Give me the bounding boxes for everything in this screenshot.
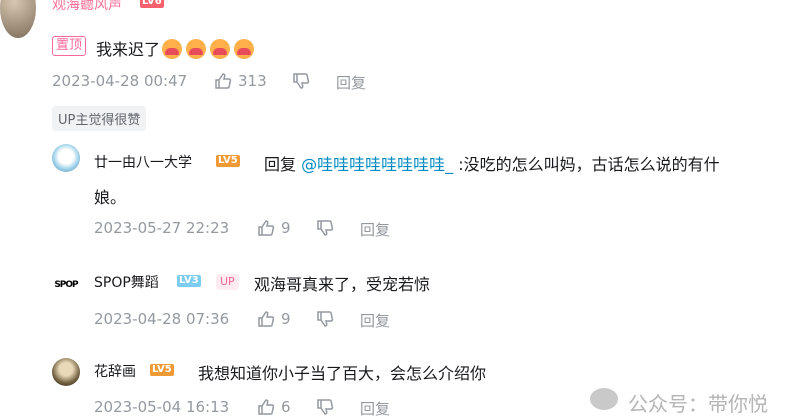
reply-text-line1: :没吃的怎么叫妈，古话怎么说的有什	[458, 155, 720, 174]
avatar[interactable]	[0, 0, 36, 38]
comment-date: 2023-04-28 00:47	[52, 72, 188, 90]
thumbs-down-icon	[317, 220, 334, 236]
reply-text: 回复 @哇哇哇哇哇哇哇哇_ :没吃的怎么叫妈，古话怎么说的有什	[264, 151, 720, 175]
username[interactable]: 廿一由八一大学	[94, 152, 192, 172]
like-count: 9	[281, 219, 291, 237]
comment-date: 2023-05-04 16:13	[94, 398, 230, 416]
spop-logo: SPOP	[54, 280, 78, 290]
reply-button[interactable]: 回复	[360, 398, 390, 419]
thumbs-down-icon	[293, 73, 310, 89]
like-count: 9	[281, 310, 291, 328]
dislike-button[interactable]	[292, 72, 310, 90]
reply-prefix: 回复	[264, 155, 297, 174]
reply-button[interactable]: 回复	[336, 72, 366, 93]
avatar[interactable]: SPOP	[52, 271, 80, 299]
username[interactable]: 花辞画	[94, 361, 136, 381]
comment-date: 2023-04-28 07:36	[94, 310, 230, 328]
level-badge: LV6	[140, 0, 164, 8]
up-badge: UP	[216, 274, 239, 290]
username[interactable]: 观海聽风声	[52, 0, 122, 14]
dislike-button[interactable]	[316, 310, 334, 328]
reply-button[interactable]: 回复	[360, 310, 390, 331]
thumbs-up-icon	[258, 399, 275, 415]
comment-date: 2023-05-27 22:23	[94, 219, 230, 237]
hug-emoji-icon	[210, 39, 231, 59]
like-button[interactable]: 9	[257, 219, 291, 237]
comment-text: 我来迟了	[96, 36, 258, 60]
hug-emoji-icon	[186, 39, 207, 59]
thumbs-up-icon	[258, 311, 275, 327]
like-count: 313	[238, 72, 267, 90]
reply-button[interactable]: 回复	[360, 219, 390, 240]
like-button[interactable]: 6	[257, 398, 291, 416]
watermark: 公众号：带你悦	[628, 392, 768, 416]
dislike-button[interactable]	[316, 398, 334, 416]
wechat-icon	[590, 388, 618, 410]
up-liked-badge: UP主觉得很赞	[52, 106, 147, 131]
like-count: 6	[281, 398, 291, 416]
level-badge: LV3	[177, 275, 201, 287]
like-button[interactable]: 313	[214, 72, 267, 90]
reply-text-line2: 娘。	[94, 188, 127, 207]
hug-emoji-icon	[162, 39, 183, 59]
thumbs-up-icon	[215, 73, 232, 89]
mention-link[interactable]: @哇哇哇哇哇哇哇哇_	[301, 155, 453, 174]
avatar[interactable]	[52, 358, 80, 386]
level-badge: LV5	[216, 155, 240, 167]
username[interactable]: SPOP舞蹈	[94, 272, 159, 292]
pinned-tag: 置顶	[52, 36, 87, 56]
reply-text: 观海哥真来了，受宠若惊	[254, 275, 431, 294]
thumbs-down-icon	[317, 311, 334, 327]
hug-emoji-icon	[234, 39, 255, 59]
reply-text: 我想知道你小子当了百大，会怎么介绍你	[198, 364, 487, 383]
thumbs-down-icon	[317, 399, 334, 415]
level-badge: LV5	[150, 364, 174, 376]
avatar[interactable]	[52, 144, 80, 172]
like-button[interactable]: 9	[257, 310, 291, 328]
thumbs-up-icon	[258, 220, 275, 236]
comment-text-body: 我来迟了	[96, 40, 161, 59]
dislike-button[interactable]	[316, 219, 334, 237]
